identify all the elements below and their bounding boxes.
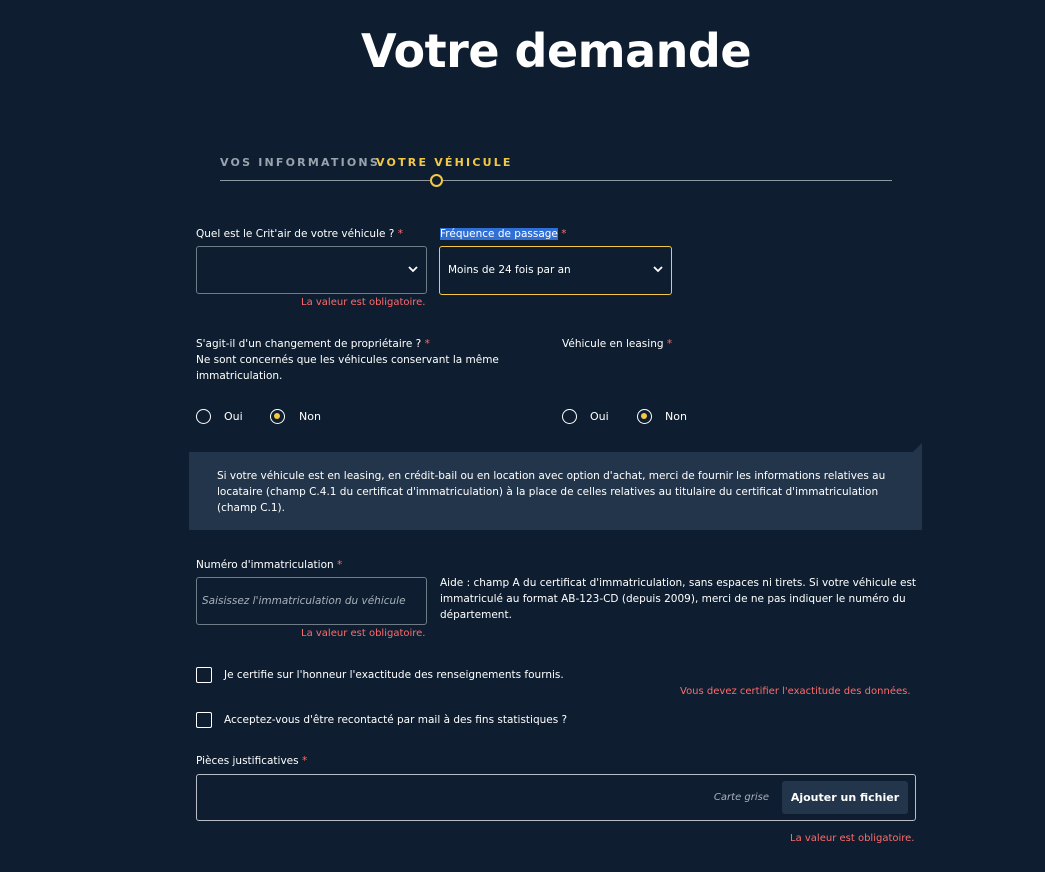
leasing-info-box: Si votre véhicule est en leasing, en cré… — [189, 452, 922, 530]
proprietaire-subtext: Ne sont concernés que les véhicules cons… — [196, 354, 499, 382]
immat-input[interactable]: Saisissez l'immatriculation du véhicule — [196, 577, 427, 625]
radio-leasing-non[interactable] — [637, 409, 652, 424]
required-marker: * — [666, 338, 673, 350]
required-marker: * — [337, 559, 343, 571]
step-vos-informations[interactable]: VOS INFORMATIONS — [220, 156, 380, 169]
pieces-label: Pièces justificatives * — [196, 755, 307, 767]
frequence-select[interactable]: Moins de 24 fois par an — [439, 246, 672, 295]
radio-proprietaire-oui-label[interactable]: Oui — [224, 410, 243, 423]
immat-input-placeholder: Saisissez l'immatriculation du véhicule — [202, 595, 406, 607]
immat-label-text: Numéro d'immatriculation — [196, 559, 334, 571]
immat-label: Numéro d'immatriculation * — [196, 559, 342, 571]
immat-help-text: Aide : champ A du certificat d'immatricu… — [440, 577, 917, 621]
upload-hint: Carte grise — [713, 792, 769, 803]
contact-checkbox[interactable] — [196, 712, 212, 728]
radio-leasing-oui[interactable] — [562, 409, 577, 424]
frequence-label: Fréquence de passage * — [440, 228, 566, 240]
leasing-label: Véhicule en leasing * — [562, 338, 672, 350]
pieces-error: La valeur est obligatoire. — [790, 833, 915, 844]
proprietaire-label: S'agit-il d'un changement de propriétair… — [196, 338, 430, 350]
frequence-select-value: Moins de 24 fois par an — [448, 264, 571, 276]
chevron-down-icon — [408, 266, 418, 273]
certify-checkbox[interactable] — [196, 667, 212, 683]
contact-label[interactable]: Acceptez-vous d'être recontacté par mail… — [224, 714, 567, 726]
proprietaire-label-text: S'agit-il d'un changement de propriétair… — [196, 338, 422, 350]
certify-error: Vous devez certifier l'exactitude des do… — [680, 686, 911, 697]
chevron-down-icon — [653, 266, 663, 273]
required-marker: * — [397, 228, 403, 240]
frequence-label-text: Fréquence de passage — [440, 228, 558, 240]
radio-leasing-oui-label[interactable]: Oui — [590, 410, 609, 423]
add-file-button[interactable]: Ajouter un fichier — [782, 781, 908, 814]
required-marker: * — [424, 338, 430, 350]
pieces-label-text: Pièces justificatives — [196, 755, 299, 767]
required-marker: * — [561, 228, 567, 240]
leasing-info-text: Si votre véhicule est en leasing, en cré… — [217, 470, 886, 514]
page: Votre demande VOS INFORMATIONS VOTRE VÉH… — [0, 0, 1045, 872]
radio-proprietaire-non-label[interactable]: Non — [299, 410, 321, 423]
radio-leasing-non-label[interactable]: Non — [665, 410, 687, 423]
certify-label[interactable]: Je certifie sur l'honneur l'exactitude d… — [224, 669, 564, 681]
critair-label: Quel est le Crit'air de votre véhicule ?… — [196, 228, 403, 240]
step-votre-vehicule[interactable]: VOTRE VÉHICULE — [376, 156, 513, 169]
radio-proprietaire-oui[interactable] — [196, 409, 211, 424]
immat-error: La valeur est obligatoire. — [301, 628, 426, 639]
leasing-label-text: Véhicule en leasing — [562, 338, 664, 350]
critair-select[interactable] — [196, 246, 427, 294]
critair-label-text: Quel est le Crit'air de votre véhicule ? — [196, 228, 395, 240]
critair-error: La valeur est obligatoire. — [301, 297, 426, 308]
page-title: Votre demande — [360, 24, 752, 78]
stepper-current-indicator — [430, 174, 443, 187]
required-marker: * — [301, 755, 308, 767]
radio-proprietaire-non[interactable] — [270, 409, 285, 424]
file-upload-field[interactable]: Carte grise Ajouter un fichier — [196, 774, 916, 821]
stepper-line — [220, 180, 892, 181]
